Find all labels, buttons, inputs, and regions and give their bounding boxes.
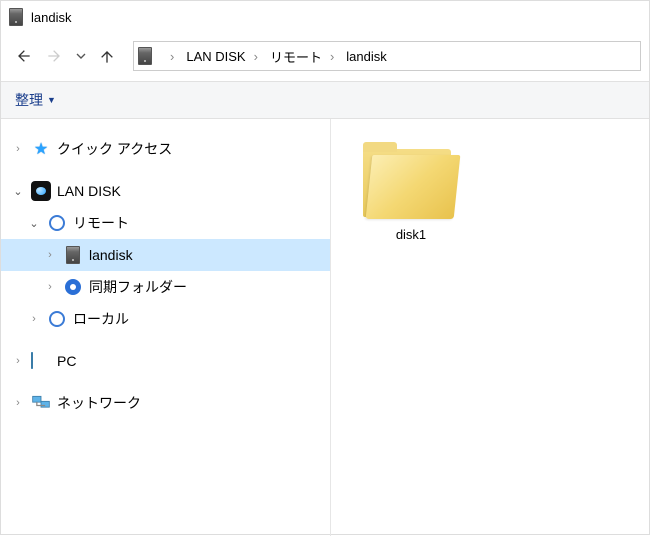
pc-monitor-icon bbox=[31, 353, 51, 369]
dropdown-triangle-icon: ▼ bbox=[47, 95, 56, 105]
tree-node-quick-access[interactable]: › ★ クイック アクセス bbox=[1, 133, 330, 165]
window-disk-icon bbox=[9, 8, 23, 26]
tree-node-local[interactable]: › ローカル bbox=[1, 303, 330, 335]
tree-node-sync-folder[interactable]: › 同期フォルダー bbox=[1, 271, 330, 303]
toolbar: 整理 ▼ bbox=[1, 81, 649, 119]
chevron-right-icon[interactable]: › bbox=[27, 313, 41, 325]
navigation-tree[interactable]: › ★ クイック アクセス ⌄ LAN DISK ⌄ リモート › landis… bbox=[1, 119, 331, 536]
recent-locations-button[interactable] bbox=[73, 42, 89, 70]
sync-circle-icon bbox=[65, 279, 81, 295]
tree-node-remote[interactable]: ⌄ リモート bbox=[1, 207, 330, 239]
tree-label: リモート bbox=[73, 213, 129, 233]
main-area: › ★ クイック アクセス ⌄ LAN DISK ⌄ リモート › landis… bbox=[1, 119, 649, 536]
chevron-right-icon: › bbox=[164, 49, 174, 64]
tree-label: LAN DISK bbox=[57, 183, 121, 199]
chevron-right-icon[interactable]: › bbox=[11, 397, 25, 409]
tree-label: ローカル bbox=[73, 309, 129, 329]
folder-icon bbox=[361, 141, 461, 221]
chevron-right-icon[interactable]: › bbox=[11, 143, 25, 155]
organize-label: 整理 bbox=[15, 90, 43, 110]
breadcrumb-label: LAN DISK bbox=[186, 49, 245, 64]
titlebar: landisk bbox=[1, 1, 649, 33]
chevron-right-icon[interactable]: › bbox=[43, 249, 57, 261]
chevron-down-icon[interactable]: ⌄ bbox=[11, 185, 25, 198]
folder-label: disk1 bbox=[396, 227, 426, 242]
forward-button bbox=[41, 42, 69, 70]
breadcrumb-label: landisk bbox=[346, 49, 386, 64]
tree-node-network[interactable]: › ネットワーク bbox=[1, 387, 330, 419]
tree-label: ネットワーク bbox=[57, 393, 141, 413]
tree-label: landisk bbox=[89, 247, 133, 263]
chevron-right-icon: › bbox=[248, 49, 258, 64]
tree-node-landisk[interactable]: › landisk bbox=[1, 239, 330, 271]
remote-circle-icon bbox=[49, 215, 65, 231]
folder-item[interactable]: disk1 bbox=[351, 141, 471, 242]
tree-node-landisk-root[interactable]: ⌄ LAN DISK bbox=[1, 175, 330, 207]
chevron-down-icon bbox=[73, 48, 89, 64]
nav-row: › LAN DISK › リモート › landisk bbox=[1, 33, 649, 81]
tree-label: クイック アクセス bbox=[57, 139, 172, 159]
address-bar[interactable]: › LAN DISK › リモート › landisk bbox=[133, 41, 641, 71]
content-pane[interactable]: disk1 bbox=[331, 119, 649, 536]
chevron-right-icon: › bbox=[324, 49, 334, 64]
tree-label: PC bbox=[57, 353, 76, 369]
star-icon: ★ bbox=[31, 139, 51, 159]
up-button[interactable] bbox=[93, 42, 121, 70]
breadcrumb-label: リモート bbox=[270, 47, 322, 66]
chevron-down-icon[interactable]: ⌄ bbox=[27, 217, 41, 230]
disk-icon bbox=[66, 246, 80, 264]
network-icon bbox=[31, 393, 51, 413]
tree-node-pc[interactable]: › PC bbox=[1, 345, 330, 377]
chevron-right-icon[interactable]: › bbox=[43, 281, 57, 293]
tree-label: 同期フォルダー bbox=[89, 277, 187, 297]
window-title: landisk bbox=[31, 10, 71, 25]
address-disk-icon bbox=[138, 47, 152, 65]
breadcrumb-segment[interactable]: landisk bbox=[342, 47, 390, 66]
organize-button[interactable]: 整理 ▼ bbox=[15, 90, 56, 110]
breadcrumb-segment[interactable]: LAN DISK › bbox=[182, 47, 262, 66]
arrow-left-icon bbox=[15, 48, 31, 64]
landisk-app-icon bbox=[31, 181, 51, 201]
breadcrumb-segment[interactable]: › bbox=[160, 47, 178, 66]
chevron-right-icon[interactable]: › bbox=[11, 355, 25, 367]
arrow-right-icon bbox=[47, 48, 63, 64]
back-button[interactable] bbox=[9, 42, 37, 70]
arrow-up-icon bbox=[99, 48, 115, 64]
local-circle-icon bbox=[49, 311, 65, 327]
breadcrumb-segment[interactable]: リモート › bbox=[266, 45, 338, 68]
